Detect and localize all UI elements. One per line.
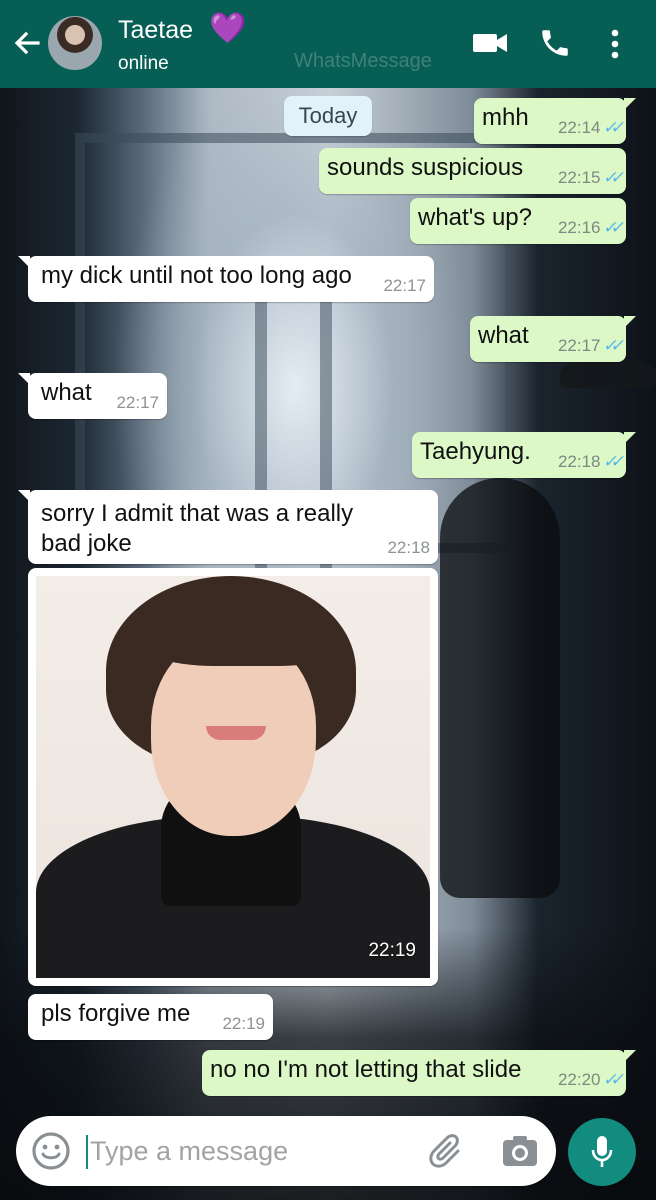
message-meta: 22:17✓✓ — [557, 336, 621, 356]
message-time: 22:17 — [557, 336, 601, 355]
message-text: no no I'm not letting that slide — [210, 1056, 522, 1083]
message-input[interactable] — [90, 1131, 410, 1171]
message-text-line: bad joke — [41, 530, 132, 557]
message-text-line: sorry I admit that was a really — [41, 500, 354, 527]
message-time: 22:16 — [557, 218, 601, 237]
message-text: what's up? — [418, 204, 532, 231]
message-outgoing[interactable]: mhh 22:14✓✓ — [474, 98, 636, 144]
message-meta: 22:20✓✓ — [557, 1070, 621, 1090]
message-time: 22:19 — [368, 940, 416, 961]
message-text: pls forgive me — [41, 1000, 191, 1027]
message-outgoing[interactable]: what 22:17✓✓ — [470, 316, 636, 362]
message-outgoing[interactable]: sounds suspicious 22:15✓✓ — [319, 148, 626, 194]
mic-icon — [591, 1136, 613, 1167]
wallpaper-figure — [440, 478, 560, 898]
message-outgoing[interactable]: no no I'm not letting that slide 22:20✓✓ — [202, 1050, 636, 1096]
read-receipt-icon: ✓✓ — [601, 336, 621, 355]
chat-header: Taetae 💜 online WhatsMessage — [0, 0, 656, 88]
read-receipt-icon: ✓✓ — [601, 168, 621, 187]
message-meta: 22:14✓✓ — [557, 118, 621, 138]
read-receipt-icon: ✓✓ — [601, 118, 621, 137]
shared-photo[interactable]: 22:19 — [36, 576, 430, 978]
message-incoming[interactable]: sorry I admit that was a really bad joke… — [18, 490, 438, 564]
video-call-icon[interactable] — [472, 26, 508, 60]
phone-icon[interactable] — [538, 26, 572, 60]
message-meta: 22:16✓✓ — [557, 218, 621, 238]
message-outgoing[interactable]: Taehyung. 22:18✓✓ — [412, 432, 636, 478]
text-caret — [86, 1135, 88, 1169]
message-text: sounds suspicious — [327, 154, 524, 181]
message-text: what — [478, 322, 529, 349]
message-outgoing[interactable]: what's up? 22:16✓✓ — [410, 198, 626, 244]
wallpaper-lamp — [560, 358, 656, 388]
contact-avatar[interactable] — [48, 16, 102, 70]
message-time: 22:20 — [557, 1070, 601, 1089]
more-options-icon[interactable] — [606, 26, 624, 62]
read-receipt-icon: ✓✓ — [601, 218, 621, 237]
read-receipt-icon: ✓✓ — [601, 452, 621, 471]
message-composer — [16, 1116, 556, 1186]
contact-status: online — [118, 53, 169, 74]
message-time: 22:15 — [557, 168, 601, 187]
message-meta: 22:15✓✓ — [557, 168, 621, 188]
photo-smile — [206, 726, 266, 740]
message-text: my dick until not too long ago — [41, 262, 352, 289]
read-receipt-icon: ✓✓ — [601, 1070, 621, 1089]
voice-message-button[interactable] — [568, 1118, 636, 1186]
watermark: WhatsMessage — [294, 50, 432, 72]
emoji-icon[interactable] — [30, 1130, 72, 1172]
message-time: 22:14 — [557, 118, 601, 137]
message-incoming[interactable]: what 22:17 — [18, 373, 167, 419]
heart-emoji: 💜 — [209, 12, 247, 45]
attach-icon[interactable] — [428, 1133, 468, 1171]
message-time: 22:18 — [387, 538, 430, 557]
message-meta: 22:18✓✓ — [557, 452, 621, 472]
message-text: what — [41, 379, 92, 406]
message-incoming[interactable]: my dick until not too long ago 22:17 — [18, 256, 434, 302]
message-text: mhh — [482, 104, 529, 131]
message-time: 22:18 — [557, 452, 601, 471]
message-incoming[interactable]: pls forgive me 22:19 — [28, 994, 273, 1040]
photo-fringe — [131, 596, 341, 666]
contact-name[interactable]: Taetae — [118, 16, 193, 45]
date-divider: Today — [284, 96, 372, 136]
back-arrow-icon[interactable] — [12, 28, 42, 58]
message-text: Taehyung. — [420, 438, 531, 465]
message-time: 22:19 — [222, 1014, 265, 1033]
message-time: 22:17 — [116, 393, 159, 412]
message-photo[interactable]: 22:19 — [28, 568, 438, 986]
camera-icon[interactable] — [500, 1132, 540, 1170]
message-time: 22:17 — [383, 276, 426, 295]
